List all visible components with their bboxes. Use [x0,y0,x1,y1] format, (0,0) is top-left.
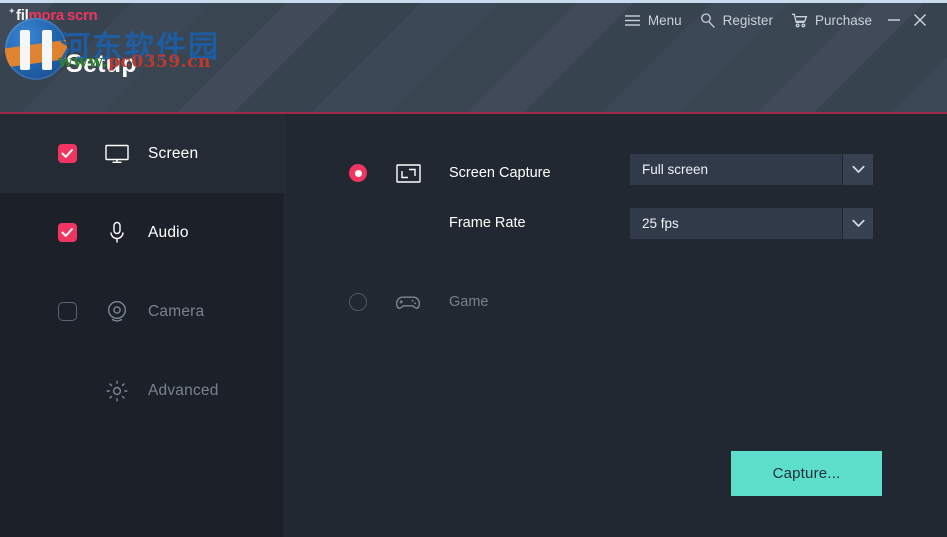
sidebar-item-camera[interactable]: Camera [0,272,284,351]
sidebar-label-screen: Screen [148,144,199,162]
checkbox-checked-icon [58,223,77,242]
sidebar: Screen Audio Camera Advanced [0,114,285,537]
frame-rate-select-value: 25 fps [630,208,843,239]
sidebar-item-screen[interactable]: Screen [0,114,284,193]
frame-rate-label: Frame Rate [449,215,526,231]
checkbox-unchecked-icon [58,302,77,321]
screen-capture-select-value: Full screen [630,154,843,185]
close-button[interactable] [907,9,933,31]
titlebar-controls: Menu Register Purchase [615,9,933,31]
monitor-icon [104,141,130,167]
purchase-label: Purchase [814,12,872,28]
crop-frame-icon [395,160,421,186]
screen-capture-label: Screen Capture [449,165,551,181]
gamepad-icon [395,289,421,315]
brand-part-mora: mora [28,7,64,24]
screen-checkbox[interactable] [58,144,77,163]
microphone-icon [104,220,130,246]
game-radio[interactable] [349,293,367,311]
brand-logo-text: filmora scrn [16,7,98,24]
sidebar-item-audio[interactable]: Audio [0,193,284,272]
screen-capture-option-row[interactable]: Screen Capture [349,160,551,186]
logo-star-icon: ✦ [8,6,16,16]
sidebar-label-audio: Audio [148,223,189,241]
shopping-cart-icon [791,13,808,28]
brand-part-fil: fil [16,7,29,24]
game-option-row[interactable]: Game [349,289,489,315]
sidebar-label-advanced: Advanced [148,381,219,399]
menu-button[interactable]: Menu [615,10,691,31]
camera-checkbox[interactable] [58,302,77,321]
filmora-scrn-setup-window: ✦ filmora scrn Setup 河东软件园 www.pc0359.cn … [0,0,947,537]
minimize-button[interactable] [881,9,907,31]
brand-part-scrn: scrn [66,7,98,24]
hamburger-menu-icon [624,14,641,27]
audio-checkbox[interactable] [58,223,77,242]
checkbox-checked-icon [58,144,77,163]
frame-rate-select[interactable]: 25 fps [630,208,873,239]
chevron-down-icon[interactable] [843,154,873,185]
game-label: Game [449,294,489,310]
page-title: Setup [66,50,137,78]
register-button[interactable]: Register [691,10,782,31]
screen-capture-radio[interactable] [349,164,367,182]
chevron-down-icon[interactable] [843,208,873,239]
webcam-icon [104,299,130,325]
screen-capture-select[interactable]: Full screen [630,154,873,185]
register-label: Register [722,12,773,28]
brand-logo: ✦ filmora scrn [8,6,98,24]
key-icon [700,12,716,28]
sidebar-item-advanced[interactable]: Advanced [0,351,284,430]
capture-button[interactable]: Capture... [731,451,882,496]
purchase-button[interactable]: Purchase [782,10,881,31]
header-top-highlight [0,0,947,3]
sidebar-label-camera: Camera [148,302,205,320]
gear-icon [104,378,130,404]
menu-label: Menu [647,12,682,28]
